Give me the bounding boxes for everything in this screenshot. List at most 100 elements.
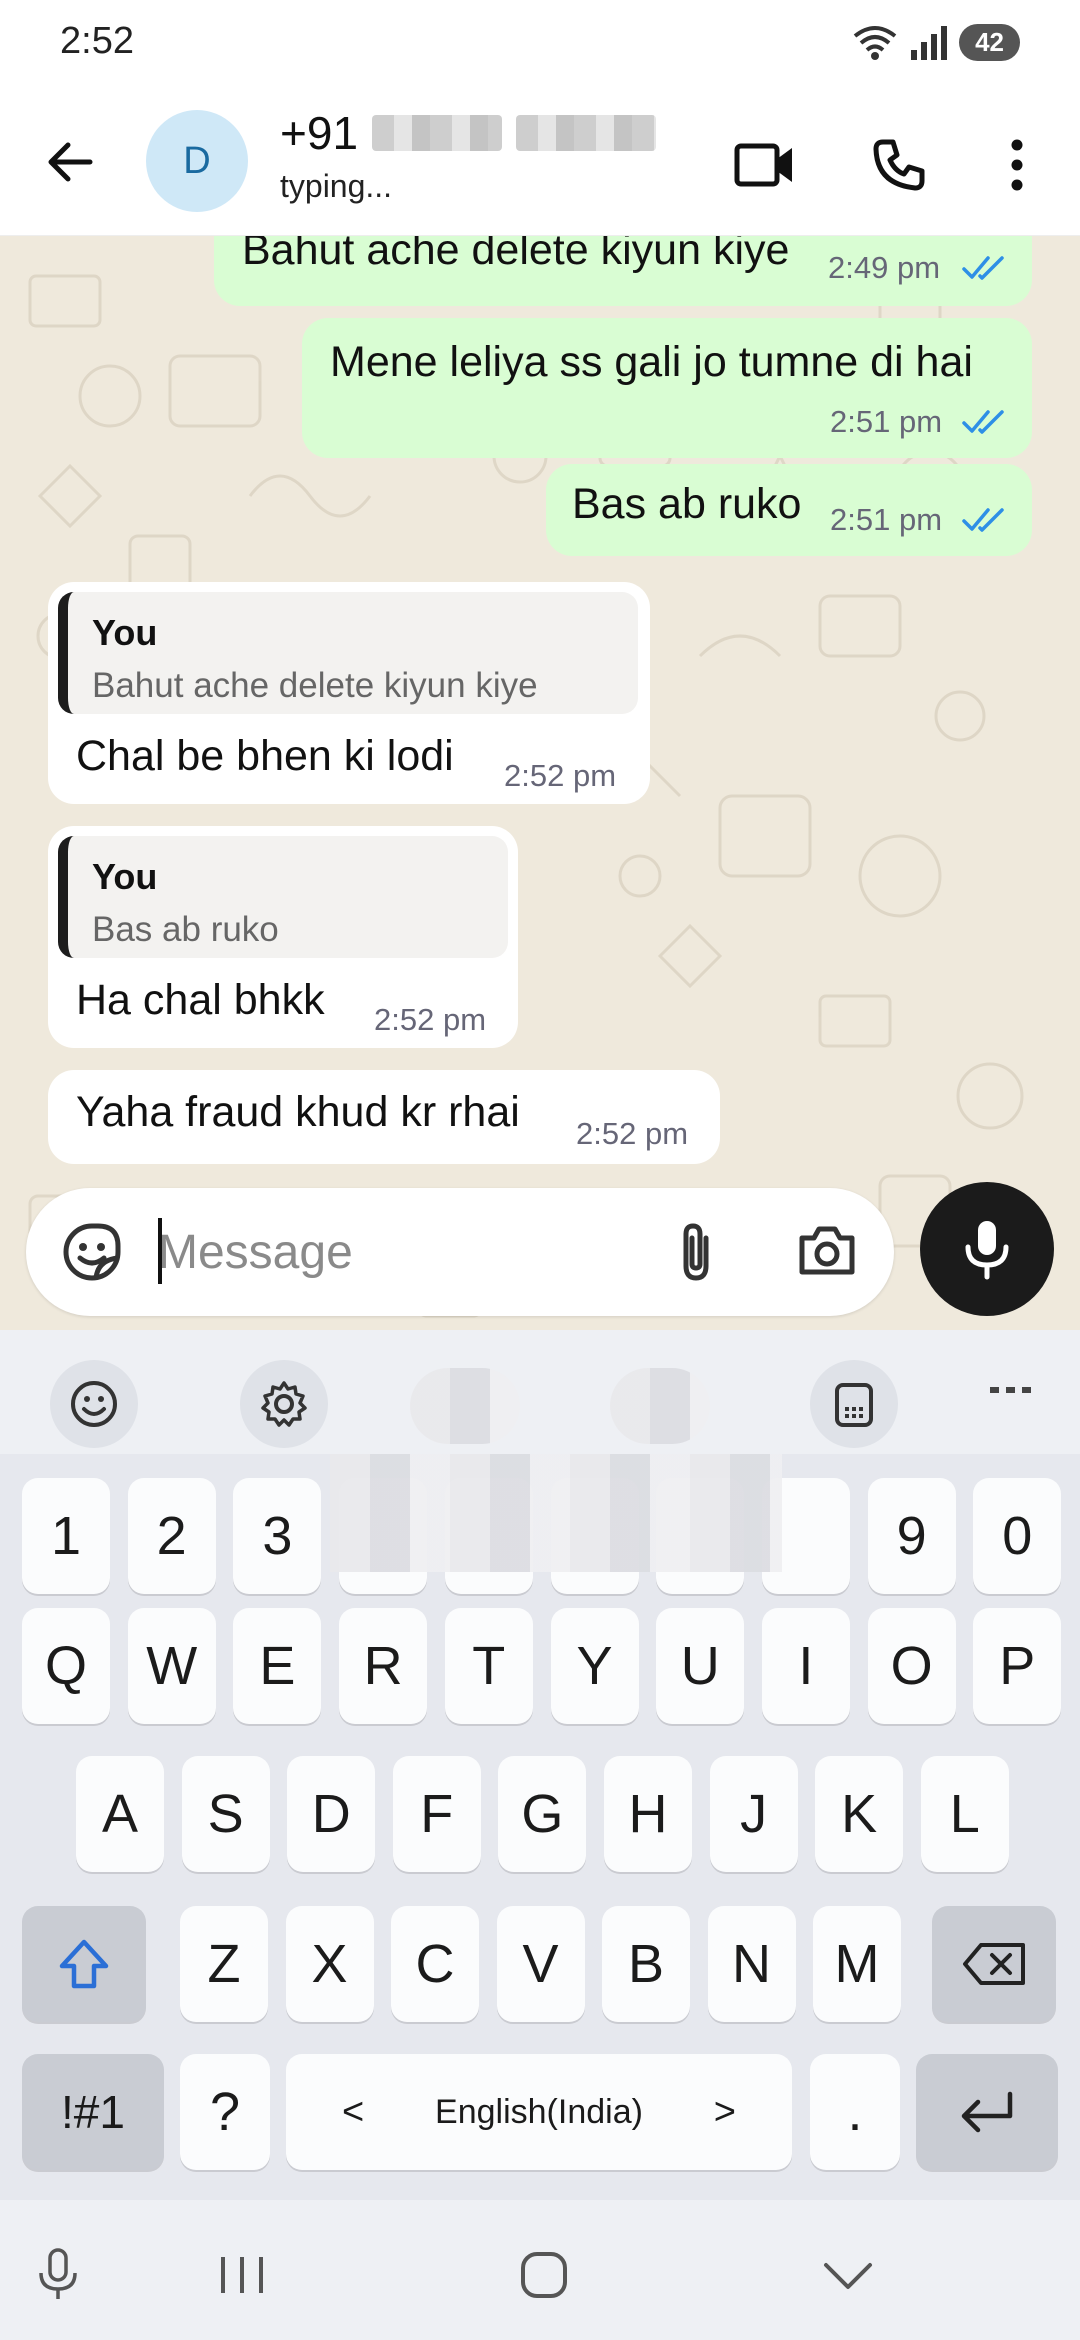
key-c[interactable]: C — [391, 1906, 479, 2022]
message-text: Bahut ache delete kiyun kiye — [242, 236, 790, 274]
key-l[interactable]: L — [920, 1756, 1009, 1872]
period-key[interactable]: . — [810, 2054, 900, 2170]
attach-button[interactable] — [666, 1220, 726, 1284]
message-bubble-outgoing[interactable]: Bas ab ruko 2:51 pm — [546, 464, 1032, 556]
key-x[interactable]: X — [285, 1906, 374, 2022]
key-9[interactable]: 9 — [867, 1478, 956, 1594]
more-horiz-icon — [990, 1387, 1031, 1393]
contact-name[interactable]: +91 — [280, 106, 657, 160]
read-ticks-icon — [962, 508, 1004, 532]
key-w[interactable]: W — [127, 1608, 216, 1724]
key-0[interactable]: 0 — [973, 1478, 1062, 1594]
key-2[interactable]: 2 — [127, 1478, 216, 1594]
shift-key[interactable] — [22, 1906, 146, 2022]
back-arrow-icon — [48, 142, 93, 182]
message-bubble-outgoing[interactable]: Mene leliya ss gali jo tumne di hai 2:51… — [302, 318, 1032, 458]
video-call-button[interactable] — [730, 130, 800, 200]
recents-icon — [221, 2257, 263, 2293]
message-time: 2:52 pm — [576, 1116, 689, 1151]
voice-input-button[interactable] — [18, 2240, 98, 2310]
symbols-key[interactable]: !#1 — [22, 2054, 164, 2170]
camera-icon — [799, 1226, 855, 1275]
key-e[interactable]: E — [233, 1608, 322, 1724]
key-u[interactable]: U — [656, 1608, 745, 1724]
quoted-message[interactable]: You Bahut ache delete kiyun kiye — [58, 592, 638, 714]
message-time: 2:52 pm — [374, 1002, 487, 1037]
key-q[interactable]: Q — [22, 1608, 110, 1724]
quote-text: Bas ab ruko — [92, 910, 279, 949]
enter-icon — [961, 2091, 1013, 2133]
message-text: Ha chal bhkk — [76, 976, 325, 1024]
message-time: 2:52 pm — [504, 758, 617, 793]
key-r[interactable]: R — [339, 1608, 428, 1724]
read-ticks-icon — [962, 256, 1004, 280]
clipboard-button[interactable] — [810, 1360, 898, 1448]
key-a[interactable]: A — [76, 1756, 164, 1872]
key-k[interactable]: K — [815, 1756, 904, 1872]
redacted-toolbar-icon — [610, 1368, 710, 1444]
key-v[interactable]: V — [496, 1906, 585, 2022]
key-g[interactable]: G — [498, 1756, 587, 1872]
home-button[interactable] — [504, 2240, 584, 2310]
key-b[interactable]: B — [602, 1906, 690, 2022]
settings-icon — [261, 1381, 307, 1427]
key-f[interactable]: F — [392, 1756, 481, 1872]
key-n[interactable]: N — [707, 1906, 796, 2022]
keyboard-toolbar — [0, 1330, 1080, 1454]
keyboard: 123 90 QWERTYUIOP ASDFGHJKL ZXCVBNM !#1 ?… — [0, 1454, 1080, 2200]
key-m[interactable]: M — [813, 1906, 901, 2022]
message-bubble-incoming[interactable]: You Bahut ache delete kiyun kiye Chal be… — [48, 582, 650, 804]
toolbar-more-button[interactable] — [988, 1380, 1038, 1420]
contact-phone-prefix: +91 — [280, 107, 359, 159]
text-caret — [158, 1218, 162, 1284]
key-s[interactable]: S — [181, 1756, 270, 1872]
key-y[interactable]: Y — [550, 1608, 639, 1724]
lang-right-arrow: > — [713, 2090, 736, 2133]
key-o[interactable]: O — [867, 1608, 956, 1724]
avatar[interactable]: D — [146, 110, 248, 212]
sticker-button[interactable] — [60, 1220, 124, 1284]
status-bar: 2:52 42 — [0, 0, 1080, 90]
key-h[interactable]: H — [604, 1756, 692, 1872]
enter-key[interactable] — [916, 2054, 1058, 2170]
voice-call-button[interactable] — [864, 130, 934, 200]
quoted-message[interactable]: You Bas ab ruko — [58, 836, 508, 958]
wifi-icon — [853, 26, 897, 60]
keyboard-settings-button[interactable] — [240, 1360, 328, 1448]
message-bubble-outgoing[interactable]: Bahut ache delete kiyun kiye 2:49 pm — [214, 236, 1032, 306]
more-options-button[interactable] — [982, 130, 1052, 200]
key-d[interactable]: D — [287, 1756, 376, 1872]
backspace-icon — [963, 1943, 1025, 1985]
emoji-icon — [71, 1381, 117, 1427]
backspace-key[interactable] — [932, 1906, 1056, 2022]
recent-apps-button[interactable] — [202, 2240, 282, 2310]
back-button[interactable] — [38, 130, 102, 194]
voice-call-icon — [873, 139, 925, 191]
key-z[interactable]: Z — [180, 1906, 268, 2022]
voice-message-button[interactable] — [920, 1182, 1054, 1316]
message-text: Yaha fraud khud kr rhai — [76, 1088, 520, 1136]
message-bubble-incoming[interactable]: Yaha fraud khud kr rhai 2:52 pm — [48, 1070, 720, 1164]
message-time: 2:49 pm — [828, 250, 941, 285]
video-call-icon — [734, 143, 792, 187]
chat-area[interactable]: Bahut ache delete kiyun kiye 2:49 pm Men… — [0, 236, 1080, 1330]
key-i[interactable]: I — [761, 1608, 850, 1724]
message-bubble-incoming[interactable]: You Bas ab ruko Ha chal bhkk 2:52 pm — [48, 826, 518, 1048]
key-j[interactable]: J — [709, 1756, 798, 1872]
camera-button[interactable] — [796, 1222, 858, 1282]
message-time: 2:51 pm — [830, 502, 943, 537]
message-input[interactable] — [158, 1218, 658, 1286]
hide-keyboard-button[interactable] — [808, 2240, 888, 2310]
space-bar[interactable]: < English(India) > — [286, 2054, 792, 2170]
key-p[interactable]: P — [973, 1608, 1062, 1724]
key-t[interactable]: T — [444, 1608, 533, 1724]
key-1[interactable]: 1 — [22, 1478, 110, 1594]
message-text: Bas ab ruko — [572, 480, 802, 528]
emoji-button[interactable] — [50, 1360, 138, 1448]
question-key[interactable]: ? — [180, 2054, 270, 2170]
composer-bar — [26, 1188, 894, 1316]
key-3[interactable]: 3 — [233, 1478, 322, 1594]
quote-author: You — [92, 612, 158, 653]
battery-indicator: 42 — [959, 23, 1020, 61]
message-text: Chal be bhen ki lodi — [76, 732, 454, 780]
